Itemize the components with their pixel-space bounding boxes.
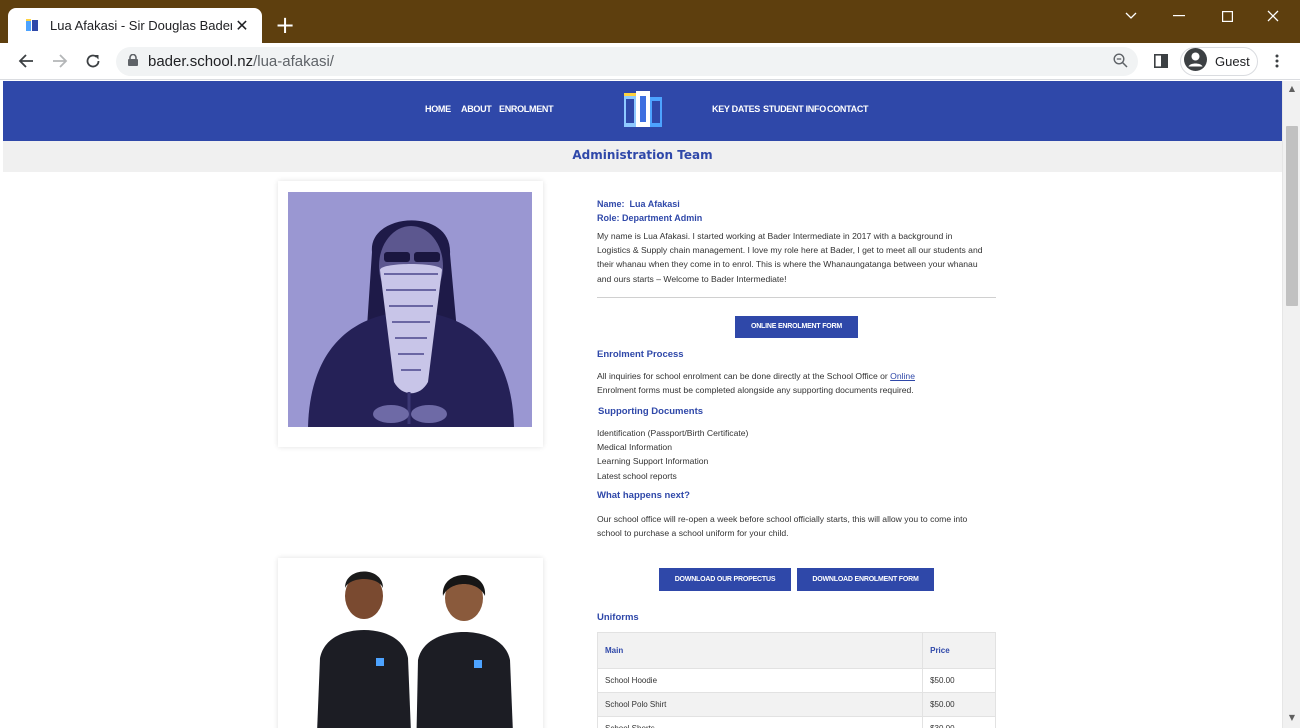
list-item: Medical Information [597,442,672,453]
uniform-price: $30.00 [922,716,996,728]
browser-toolbar: bader.school.nz/lua-afakasi/ Guest [0,43,1300,80]
reload-icon[interactable] [79,47,107,75]
students-photo [278,558,543,728]
avatar-icon [1184,47,1207,76]
tab-search-icon[interactable] [1108,0,1154,32]
divider [597,297,996,298]
side-panel-icon[interactable] [1147,47,1175,75]
table-header-row: Main Price [596,632,996,669]
table-row: School Shorts $30.00 [596,716,996,728]
lock-icon[interactable] [128,53,138,71]
section-header: Administration Team [3,141,1282,172]
column-header-main: Main [596,632,924,669]
next-line: Our school office will re-open a week be… [597,514,968,524]
download-prospectus-button[interactable]: DOWNLOAD OUR PROPECTUS [659,568,791,591]
uniform-item: School Shorts [596,716,924,728]
process-text: All inquiries for school enrolment can b… [597,371,891,381]
nav-student-info[interactable]: STUDENT INFO [763,104,826,114]
uniform-item: School Hoodie [596,668,924,693]
nav-key-dates[interactable]: KEY DATES [712,104,760,114]
scroll-up-icon[interactable]: ▲ [1287,84,1297,94]
url-path: /lua-afakasi/ [253,53,334,70]
uniform-photo-card [278,558,543,728]
uniform-price: $50.00 [922,668,996,693]
name-label: Name: [597,199,625,209]
what-next-text: Our school office will re-open a week be… [597,512,997,540]
menu-icon[interactable] [1263,47,1291,75]
role-line: Role: Department Admin [597,213,997,229]
scroll-down-icon[interactable]: ▼ [1287,713,1297,723]
staff-name: Lua Afakasi [629,199,680,209]
tab-title: Lua Afakasi - Sir Douglas Bader I [50,18,232,33]
name-line: Name: Lua Afakasi [597,199,997,213]
nav-about[interactable]: ABOUT [461,104,492,114]
what-next-heading: What happens next? [597,490,690,501]
uniform-price: $50.00 [922,692,996,717]
process-line: All inquiries for school enrolment can b… [597,369,997,383]
maximize-icon[interactable] [1204,0,1250,32]
table-row: School Polo Shirt $50.00 [596,692,996,717]
bio-line: their whanau when they come in to enrol.… [597,259,978,270]
list-item: Latest school reports [597,470,677,481]
section-title: Administration Team [572,148,713,162]
enrolment-process-text: All inquiries for school enrolment can b… [597,369,997,397]
online-link[interactable]: Online [890,371,915,381]
staff-bio: My name is Lua Afakasi. I started workin… [597,229,997,286]
list-item: Identification (Passport/Birth Certifica… [597,428,749,438]
next-line: school to purchase a school uniform for … [597,528,789,539]
nav-contact[interactable]: CONTACT [827,104,869,114]
school-logo[interactable] [621,91,665,131]
forward-icon[interactable] [46,47,74,75]
online-enrolment-form-button[interactable]: ONLINE ENROLMENT FORM [735,316,858,338]
staff-profile: Name: Lua Afakasi Role: Department Admin… [597,199,997,286]
staff-photo-card [278,181,543,447]
browser-tab[interactable]: Lua Afakasi - Sir Douglas Bader I ✕ [8,8,262,43]
staff-photo [288,192,532,427]
browser-titlebar: Lua Afakasi - Sir Douglas Bader I ✕ + [0,0,1300,43]
role-label: Role: [597,213,620,223]
close-window-icon[interactable] [1250,0,1296,32]
back-icon[interactable] [12,47,40,75]
column-header-price: Price [922,632,996,669]
uniforms-table: Main Price School Hoodie $50.00 School P… [596,632,996,728]
supporting-documents-heading: Supporting Documents [598,406,704,417]
supporting-documents-list: Identification (Passport/Birth Certifica… [597,426,997,483]
staff-role: Department Admin [622,213,703,223]
nav-enrolment[interactable]: ENROLMENT [499,104,554,114]
nav-home[interactable]: HOME [425,104,451,114]
minimize-icon[interactable] [1156,0,1202,32]
tab-close-icon[interactable]: ✕ [232,16,252,36]
uniforms-heading: Uniforms [597,612,639,623]
bio-line: My name is Lua Afakasi. I started workin… [597,231,953,241]
bio-line: Logistics & Supply chain management. I l… [597,245,983,256]
profile-button[interactable]: Guest [1180,47,1258,76]
table-row: School Hoodie $50.00 [596,668,996,693]
download-enrolment-form-button[interactable]: DOWNLOAD ENROLMENT FORM [797,568,934,591]
scrollbar-thumb[interactable] [1286,126,1298,306]
url-text: bader.school.nz/lua-afakasi/ [148,53,334,70]
bio-line: and ours starts – Welcome to Bader Inter… [597,273,787,284]
page-scrollbar[interactable]: ▲ ▼ [1282,81,1300,728]
process-line: Enrolment forms must be completed alongs… [597,385,914,396]
enrolment-process-heading: Enrolment Process [597,349,684,360]
uniform-item: School Polo Shirt [596,692,924,717]
site-favicon-icon [24,18,40,34]
profile-label: Guest [1215,54,1250,69]
page-viewport: HOME ABOUT ENROLMENT KEY DATES STUDENT I… [3,81,1282,728]
list-item: Learning Support Information [597,456,709,467]
address-bar[interactable]: bader.school.nz/lua-afakasi/ [116,47,1138,76]
site-navigation: HOME ABOUT ENROLMENT KEY DATES STUDENT I… [3,81,1282,141]
new-tab-button[interactable]: + [272,12,298,38]
zoom-icon[interactable] [1113,53,1128,73]
url-domain: bader.school.nz [148,53,254,70]
